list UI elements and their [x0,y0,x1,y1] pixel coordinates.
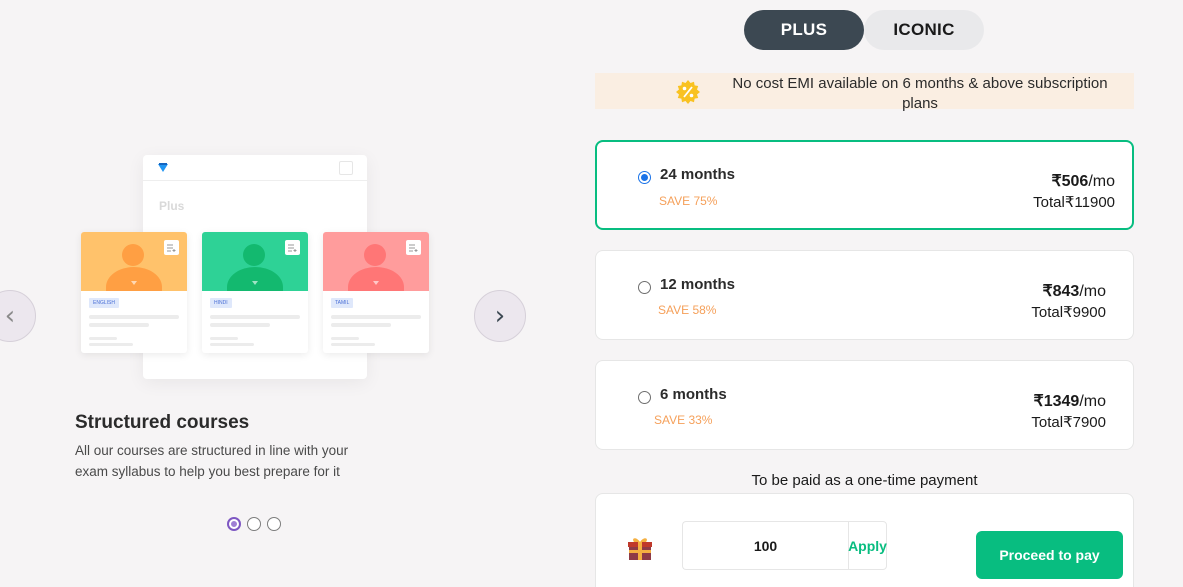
chevron-left-icon: ‹ [4,301,16,331]
plan-option-12-months[interactable]: 12 months SAVE 58% ₹843/mo Total₹9900 [595,250,1134,340]
notes-icon [406,240,421,255]
payment-box: Apply Proceed to pay [595,493,1134,587]
plan-total: Total₹9900 [1031,304,1106,321]
plan-monthly-price: ₹843/mo [1042,283,1106,300]
notes-icon [285,240,300,255]
educator-avatar-icon [364,244,386,266]
plan-duration: 24 months [660,166,736,183]
apply-coupon-button[interactable]: Apply [848,521,887,570]
language-badge: ENGLISH [89,298,119,308]
course-card-banner [81,232,187,291]
notes-icon [164,240,179,255]
tab-iconic[interactable]: ICONIC [864,10,984,50]
plan-option-24-months[interactable]: 24 months SAVE 75% ₹506/mo Total₹11900 [595,140,1134,230]
carousel-dot-3[interactable] [267,517,281,531]
proceed-to-pay-button[interactable]: Proceed to pay [976,531,1123,579]
plan-savings: SAVE 75% [659,194,718,208]
slide-description: All our courses are structured in line w… [75,443,349,479]
language-badge: HINDI [210,298,232,308]
illustration-title: Plus [159,199,185,213]
illustration-checkbox-icon [339,161,353,175]
course-card-hindi: HINDI [202,232,308,353]
course-card-banner [202,232,308,291]
course-card-english: ENGLISH [81,232,187,353]
chevron-right-icon: › [494,301,506,331]
percent-badge-icon [676,80,700,104]
coupon-input[interactable] [682,521,848,570]
emi-banner: No cost EMI available on 6 months & abov… [595,73,1134,112]
plan-duration: 12 months [660,276,736,293]
plan-radio-selected[interactable] [638,171,651,184]
plan-total: Total₹11900 [1033,194,1115,211]
slide-title: Structured courses [75,412,250,433]
brand-logo-icon [157,163,169,173]
educator-avatar-icon [122,244,144,266]
plan-type-tabs: PLUS ICONIC [744,10,984,50]
carousel-pagination [227,517,281,531]
course-card-banner [323,232,429,291]
feature-carousel: ‹ Plus ENGLISH HINDI TAMIL › Structured … [0,0,560,587]
plan-option-6-months[interactable]: 6 months SAVE 33% ₹1349/mo Total₹7900 [595,360,1134,450]
emi-banner-text: No cost EMI available on 6 months & abov… [732,75,1108,112]
plan-duration: 6 months [660,386,727,403]
course-card-tamil: TAMIL [323,232,429,353]
plan-monthly-price: ₹506/mo [1051,173,1115,190]
carousel-dot-1[interactable] [227,517,241,531]
one-time-payment-note: To be paid as a one-time payment [751,472,978,489]
language-badge: TAMIL [331,298,354,308]
tab-plus[interactable]: PLUS [744,10,864,50]
carousel-dot-2[interactable] [247,517,261,531]
carousel-next-button[interactable]: › [474,290,526,342]
educator-avatar-icon [243,244,265,266]
plan-total: Total₹7900 [1031,414,1106,431]
illustration-header [143,155,367,181]
carousel-prev-button[interactable]: ‹ [0,290,36,342]
gift-icon [626,534,654,562]
plan-monthly-price: ₹1349/mo [1033,393,1106,410]
plan-radio[interactable] [638,281,651,294]
plan-savings: SAVE 33% [654,413,713,427]
plan-savings: SAVE 58% [658,303,717,317]
plan-radio[interactable] [638,391,651,404]
